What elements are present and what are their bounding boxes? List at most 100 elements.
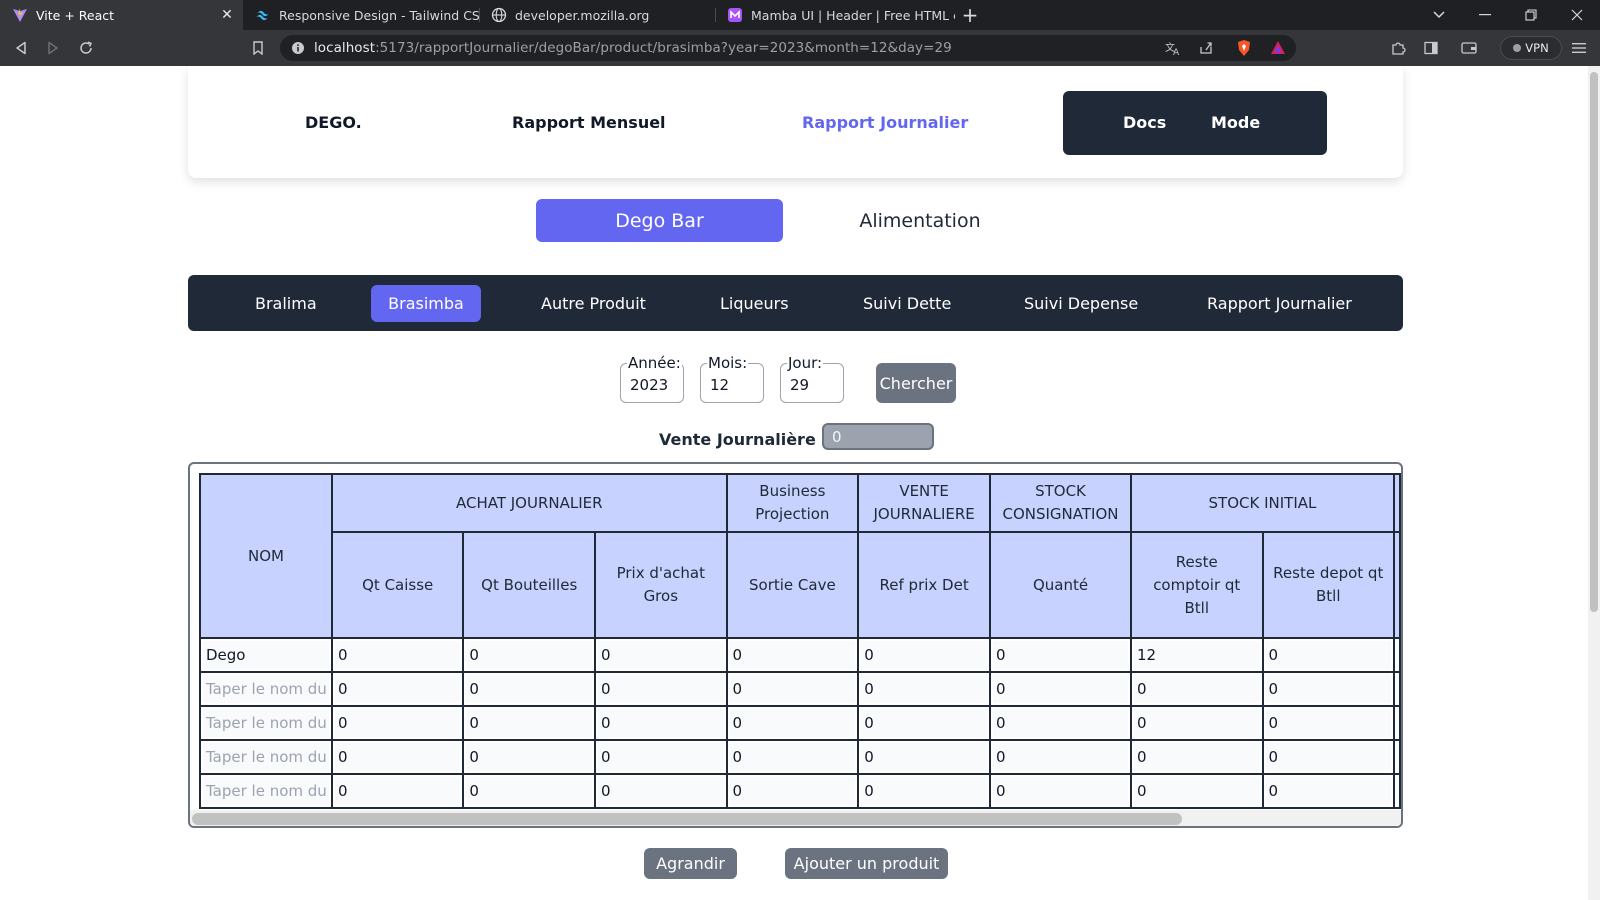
vertical-scrollbar[interactable] xyxy=(1588,66,1600,900)
tab-liqueurs[interactable]: Liqueurs xyxy=(720,275,789,331)
value-input[interactable]: 0 xyxy=(1265,675,1391,703)
value-input[interactable]: 0 xyxy=(598,777,724,805)
product-name-input[interactable]: Taper le nom du xyxy=(203,777,329,805)
value-input[interactable]: 0 xyxy=(861,641,988,669)
tab-suivi-dette[interactable]: Suivi Dette xyxy=(863,275,951,331)
value-input[interactable]: 0 xyxy=(1133,709,1260,737)
value-input[interactable]: 0 xyxy=(1133,743,1260,771)
value-input[interactable]: 0 xyxy=(861,777,988,805)
product-name-input[interactable]: Dego xyxy=(203,641,329,669)
value-input[interactable]: 0 xyxy=(598,743,724,771)
row-overflow-edge xyxy=(1392,773,1401,809)
share-icon[interactable] xyxy=(1196,38,1216,58)
value-input[interactable]: 0 xyxy=(598,675,724,703)
value-input[interactable]: 0 xyxy=(334,743,461,771)
value-input[interactable]: 0 xyxy=(1265,777,1391,805)
tab-search-chevron-icon[interactable] xyxy=(1416,0,1462,30)
product-name-cell: Taper le nom du xyxy=(199,739,333,775)
value-input[interactable]: 0 xyxy=(334,709,461,737)
value-input[interactable]: 0 xyxy=(993,777,1128,805)
window-close-icon[interactable] xyxy=(1554,0,1600,30)
back-icon[interactable] xyxy=(11,38,31,58)
forward-icon[interactable] xyxy=(43,38,63,58)
tab-rapport-journalier[interactable]: Rapport Journalier xyxy=(1207,275,1352,331)
horizontal-scrollbar[interactable] xyxy=(190,810,1401,826)
value-input[interactable]: 0 xyxy=(334,675,461,703)
browser-tab-tailwind[interactable]: Responsive Design - Tailwind CSS xyxy=(243,0,479,30)
value-input[interactable]: 0 xyxy=(1265,743,1391,771)
enlarge-button[interactable]: Agrandir xyxy=(644,848,737,879)
value-input[interactable]: 0 xyxy=(1265,709,1391,737)
new-tab-button[interactable]: + xyxy=(955,0,985,30)
value-input[interactable]: 0 xyxy=(334,777,461,805)
value-input[interactable]: 0 xyxy=(993,743,1128,771)
scrollbar-thumb[interactable] xyxy=(192,813,1182,825)
value-input[interactable]: 0 xyxy=(729,777,856,805)
value-input[interactable]: 0 xyxy=(993,709,1128,737)
wallet-icon[interactable] xyxy=(1459,38,1479,58)
brave-shield-icon[interactable] xyxy=(1234,38,1254,58)
browser-tab-mdn[interactable]: developer.mozilla.org xyxy=(479,0,715,30)
nav-rapport-journalier[interactable]: Rapport Journalier xyxy=(802,113,968,132)
scrollbar-thumb[interactable] xyxy=(1590,72,1598,612)
value-input[interactable]: 0 xyxy=(466,675,593,703)
extensions-icon[interactable] xyxy=(1388,38,1408,58)
value-input[interactable]: 0 xyxy=(729,675,856,703)
tab-autre-produit[interactable]: Autre Produit xyxy=(541,275,646,331)
translate-icon[interactable]: 文A xyxy=(1163,38,1183,58)
value-input[interactable]: 0 xyxy=(1133,675,1260,703)
value-input[interactable]: 0 xyxy=(598,709,724,737)
value-input[interactable]: 0 xyxy=(729,743,856,771)
section-dego-bar[interactable]: Dego Bar xyxy=(536,199,783,242)
value-input[interactable]: 0 xyxy=(729,641,856,669)
product-name-input[interactable]: Taper le nom du xyxy=(203,675,329,703)
sidebar-icon[interactable] xyxy=(1421,38,1441,58)
value-input[interactable]: 0 xyxy=(1133,777,1260,805)
minimize-icon[interactable] xyxy=(1462,0,1508,30)
tab-bralima[interactable]: Bralima xyxy=(255,275,317,331)
product-name-input[interactable]: Taper le nom du xyxy=(203,743,329,771)
value-input[interactable]: 0 xyxy=(993,675,1128,703)
brand-logo[interactable]: DEGO. xyxy=(305,113,362,132)
docs-link[interactable]: Docs xyxy=(1123,113,1166,132)
menu-icon[interactable] xyxy=(1569,38,1589,58)
nav-rapport-mensuel[interactable]: Rapport Mensuel xyxy=(512,113,666,132)
year-input[interactable] xyxy=(630,376,678,394)
value-input[interactable]: 12 xyxy=(1133,641,1260,669)
add-product-button[interactable]: Ajouter un produit xyxy=(785,848,948,879)
value-input[interactable]: 0 xyxy=(993,641,1128,669)
year-field: Année: xyxy=(620,354,684,403)
browser-tab-vite[interactable]: Vite + React ✕ xyxy=(0,0,243,30)
brave-rewards-icon[interactable] xyxy=(1268,38,1288,58)
value-input[interactable]: 0 xyxy=(861,743,988,771)
section-alimentation[interactable]: Alimentation xyxy=(840,199,1000,242)
value-input[interactable]: 0 xyxy=(334,641,461,669)
value-input[interactable]: 0 xyxy=(861,709,988,737)
value-cell: 0 xyxy=(462,637,597,673)
close-icon[interactable]: ✕ xyxy=(219,7,235,23)
value-input[interactable]: 0 xyxy=(598,641,724,669)
daily-sale-input[interactable] xyxy=(832,428,922,446)
value-input[interactable]: 0 xyxy=(466,777,593,805)
value-input[interactable]: 0 xyxy=(466,709,593,737)
restore-icon[interactable] xyxy=(1508,0,1554,30)
search-button[interactable]: Chercher xyxy=(876,363,956,403)
month-label: Mois: xyxy=(707,354,749,372)
value-input[interactable]: 0 xyxy=(466,743,593,771)
value-input[interactable]: 0 xyxy=(1265,641,1391,669)
tab-suivi-depense[interactable]: Suivi Depense xyxy=(1024,275,1138,331)
reload-icon[interactable] xyxy=(76,38,96,58)
vpn-button[interactable]: VPN xyxy=(1500,36,1562,60)
value-input[interactable]: 0 xyxy=(466,641,593,669)
browser-tab-strip: Vite + React ✕ Responsive Design - Tailw… xyxy=(0,0,1600,30)
browser-tab-mamba[interactable]: Mamba UI | Header | Free HTML comp xyxy=(715,0,955,30)
tab-brasimba[interactable]: Brasimba xyxy=(371,285,481,322)
value-input[interactable]: 0 xyxy=(729,709,856,737)
day-input[interactable] xyxy=(790,376,838,394)
site-info-icon[interactable] xyxy=(288,38,308,58)
mode-toggle[interactable]: Mode xyxy=(1211,113,1260,132)
bookmark-icon[interactable] xyxy=(248,38,268,58)
value-input[interactable]: 0 xyxy=(861,675,988,703)
month-input[interactable] xyxy=(710,376,758,394)
product-name-input[interactable]: Taper le nom du xyxy=(203,709,329,737)
